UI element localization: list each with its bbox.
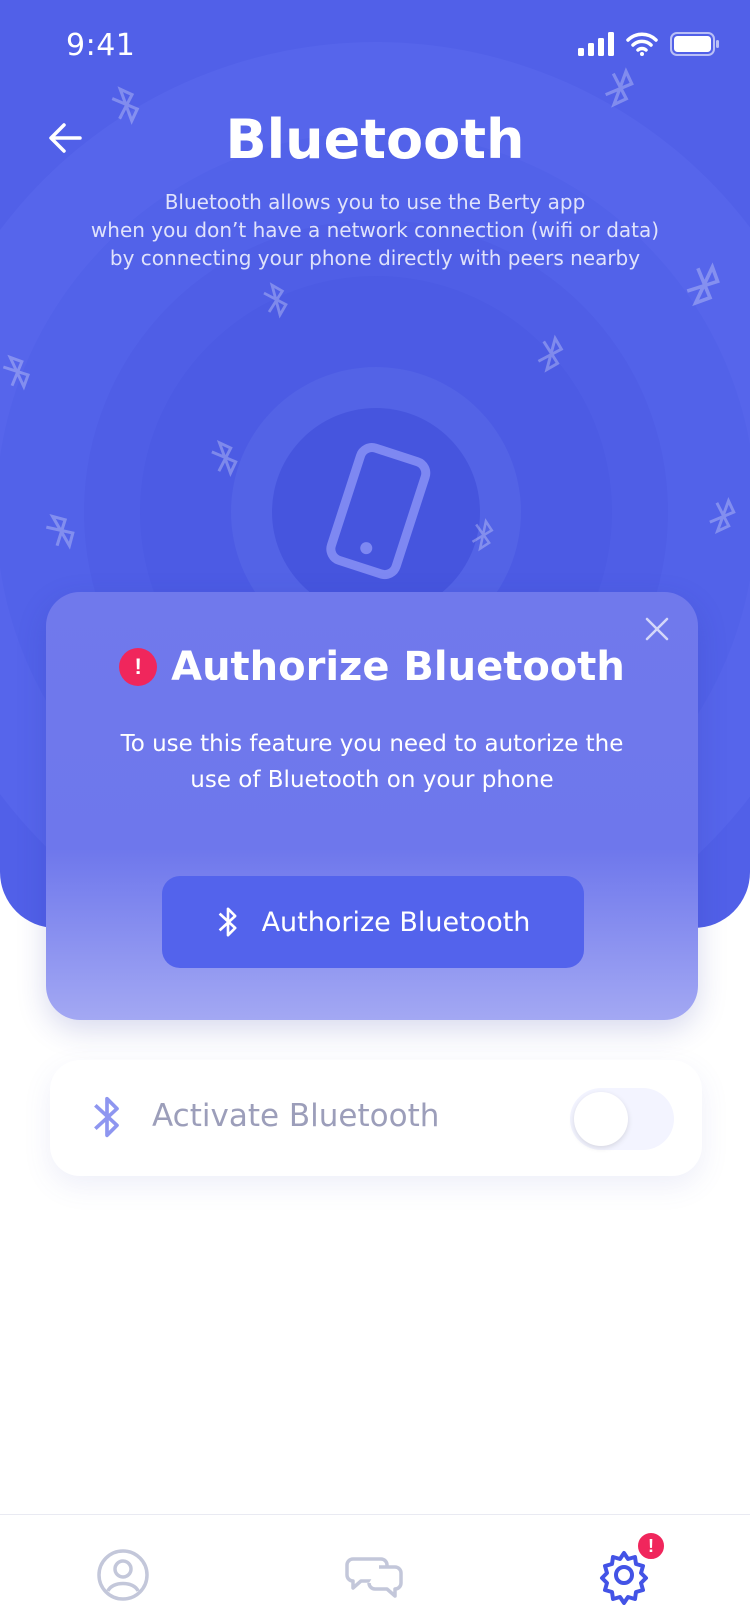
tab-bar: ! — [0, 1514, 750, 1624]
page-subtitle: Bluetooth allows you to use the Berty ap… — [70, 188, 680, 272]
signal-icon — [578, 32, 614, 56]
settings-badge: ! — [636, 1531, 666, 1561]
subtitle-line: when you don’t have a network connection… — [90, 218, 660, 242]
bluetooth-icon — [218, 907, 237, 937]
subtitle-line: by connecting your phone directly with p… — [109, 246, 641, 270]
subtitle-line: Bluetooth allows you to use the Berty ap… — [164, 190, 586, 214]
profile-icon[interactable] — [93, 1545, 153, 1605]
bluetooth-icon — [94, 1096, 119, 1138]
status-icons — [578, 32, 720, 56]
authorize-bluetooth-modal: ! Authorize Bluetooth To use this featur… — [46, 592, 698, 1020]
page-title: Bluetooth — [225, 108, 525, 171]
wifi-icon — [626, 32, 658, 56]
modal-description: To use this feature you need to autorize… — [96, 726, 648, 798]
phone-icon — [326, 443, 431, 580]
battery-icon — [670, 32, 719, 56]
chat-icon[interactable] — [345, 1545, 405, 1605]
activate-bluetooth-label: Activate Bluetooth — [152, 1098, 440, 1134]
authorize-button-label: Authorize Bluetooth — [261, 906, 531, 938]
modal-text-line: To use this feature you need to autorize… — [120, 731, 624, 757]
close-icon[interactable] — [642, 614, 672, 644]
status-time: 9:41 — [66, 28, 136, 63]
activate-bluetooth-toggle[interactable] — [570, 1088, 674, 1150]
toggle-knob — [574, 1092, 628, 1146]
authorize-bluetooth-button[interactable]: Authorize Bluetooth — [162, 876, 584, 968]
activate-bluetooth-row: Activate Bluetooth — [50, 1060, 702, 1176]
modal-text-line: use of Bluetooth on your phone — [190, 767, 554, 793]
modal-title-row: ! Authorize Bluetooth — [46, 644, 698, 690]
tab-settings[interactable]: ! — [594, 1531, 666, 1605]
status-bar: 9:41 — [0, 0, 750, 96]
modal-title: Authorize Bluetooth — [171, 644, 625, 690]
alert-icon: ! — [119, 648, 158, 686]
